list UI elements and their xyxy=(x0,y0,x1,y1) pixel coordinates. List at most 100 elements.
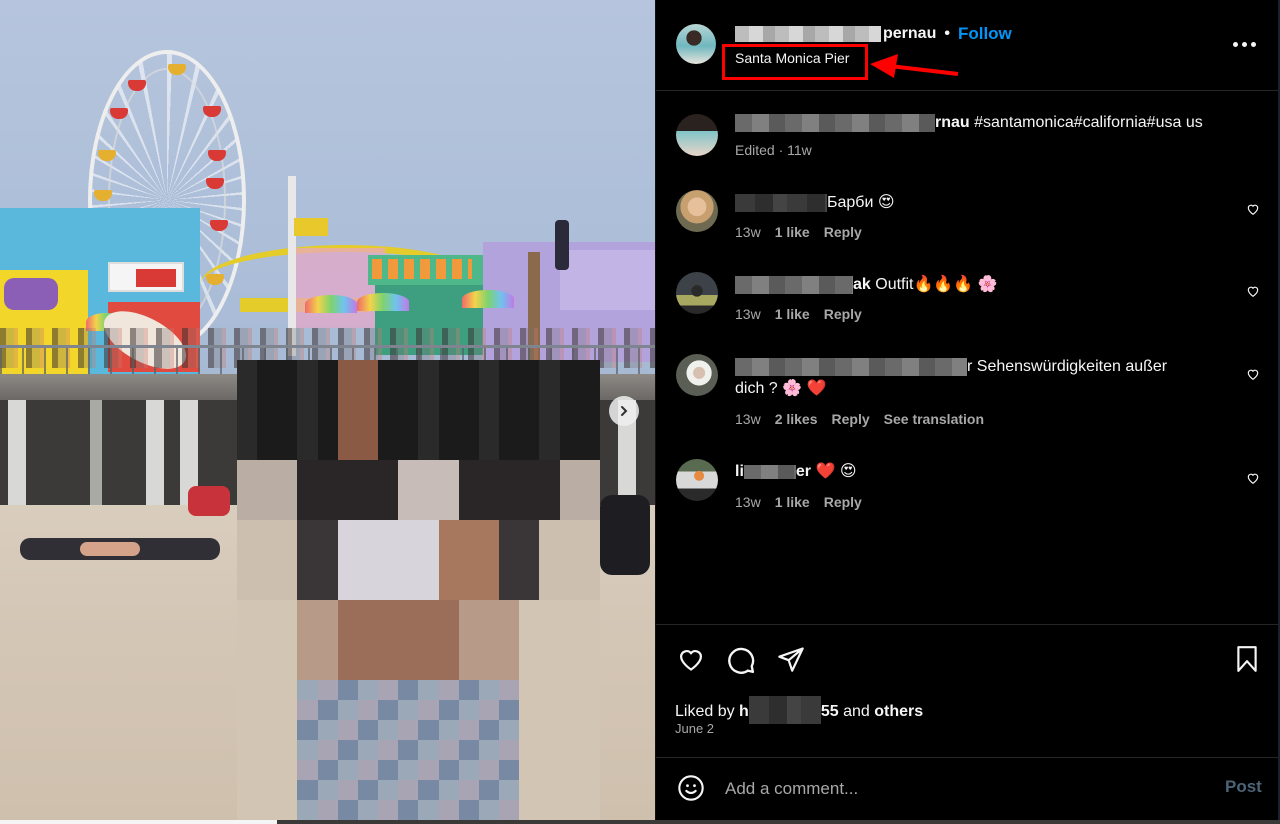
umbrella xyxy=(357,293,409,311)
commenter-username[interactable]: li er xyxy=(735,463,811,480)
caption-username[interactable]: rnau xyxy=(735,113,970,132)
mosaic-tile xyxy=(317,420,338,440)
mosaic-tile xyxy=(458,480,479,500)
mosaic-tile xyxy=(257,660,278,680)
umbrella xyxy=(462,290,514,308)
commenter-username[interactable]: ak xyxy=(735,275,871,294)
mosaic-tile xyxy=(398,680,419,700)
mosaic-tile xyxy=(478,360,500,380)
mosaic-tile xyxy=(478,780,500,800)
comment-icon[interactable] xyxy=(726,645,756,675)
mosaic-tile xyxy=(438,740,459,760)
post-date[interactable]: June 2 xyxy=(675,721,714,736)
mosaic-tile xyxy=(257,520,278,540)
owner-avatar[interactable] xyxy=(676,24,716,64)
emoji-smile-icon[interactable] xyxy=(677,774,705,802)
mosaic-tile xyxy=(519,700,540,720)
mosaic-tile xyxy=(499,420,520,440)
mosaic-tile xyxy=(257,540,278,560)
comment-text: Барби 😍 xyxy=(827,194,895,211)
mosaic-tile xyxy=(559,780,580,800)
mosaic-tile xyxy=(337,740,358,760)
mosaic-tile xyxy=(499,800,520,820)
mosaic-tile xyxy=(237,800,258,820)
mosaic-tile xyxy=(378,380,399,400)
reply-button[interactable]: Reply xyxy=(824,224,862,240)
mosaic-tile xyxy=(579,740,600,760)
mosaic-tile xyxy=(438,600,459,620)
comment-like-heart-icon[interactable] xyxy=(1246,367,1260,381)
mosaic-tile xyxy=(499,540,520,560)
more-options-button[interactable] xyxy=(1233,36,1257,52)
more-horizontal-icon xyxy=(1233,41,1238,47)
comment-likes[interactable]: 1 like xyxy=(775,306,810,322)
mosaic-tile xyxy=(277,800,298,820)
mosaic-tile xyxy=(539,660,560,680)
comment-likes[interactable]: 2 likes xyxy=(775,411,818,427)
mosaic-tile xyxy=(378,780,399,800)
commenter-avatar[interactable] xyxy=(676,272,718,314)
post-comment-button[interactable]: Post xyxy=(1225,777,1262,797)
commenter-username[interactable] xyxy=(735,193,827,212)
owner-username[interactable]: pernau • Follow xyxy=(735,24,1012,44)
comment-like-heart-icon[interactable] xyxy=(1246,471,1260,485)
mosaic-tile xyxy=(418,580,439,600)
follow-button[interactable]: Follow xyxy=(958,24,1012,44)
mosaic-tile xyxy=(337,480,358,500)
mosaic-tile xyxy=(539,540,560,560)
mosaic-tile xyxy=(438,440,459,460)
location-link[interactable]: Santa Monica Pier xyxy=(735,50,849,66)
mosaic-tile xyxy=(559,380,580,400)
reply-button[interactable]: Reply xyxy=(824,494,862,510)
mosaic-tile xyxy=(378,540,399,560)
comment-input[interactable] xyxy=(725,776,1195,802)
mosaic-tile xyxy=(398,640,419,660)
mosaic-tile xyxy=(317,500,338,520)
mosaic-tile xyxy=(438,800,459,820)
mosaic-tile xyxy=(357,620,379,640)
mosaic-tile xyxy=(237,560,258,580)
mosaic-tile xyxy=(499,720,520,740)
mosaic-tile xyxy=(418,460,439,480)
mosaic-tile xyxy=(398,420,419,440)
commenter-username[interactable] xyxy=(735,357,967,376)
comment-likes[interactable]: 1 like xyxy=(775,224,810,240)
mosaic-tile xyxy=(337,660,358,680)
mosaic-tile xyxy=(357,400,379,420)
comment-like-heart-icon[interactable] xyxy=(1246,202,1260,216)
mosaic-tile xyxy=(418,620,439,640)
mosaic-tile xyxy=(438,580,459,600)
mosaic-tile xyxy=(458,700,479,720)
reply-button[interactable]: Reply xyxy=(824,306,862,322)
commenter-avatar[interactable] xyxy=(676,190,718,232)
liked-by-user[interactable]: h 55 xyxy=(739,696,839,724)
mosaic-tile xyxy=(398,800,419,820)
mosaic-tile xyxy=(317,600,338,620)
comment-time: 13w xyxy=(735,411,761,427)
mosaic-tile xyxy=(378,640,399,660)
commenter-avatar[interactable] xyxy=(676,459,718,501)
next-image-button[interactable] xyxy=(609,396,639,426)
mosaic-tile xyxy=(237,540,258,560)
commenter-avatar[interactable] xyxy=(676,354,718,396)
mosaic-tile xyxy=(317,700,338,720)
mosaic-tile xyxy=(357,520,379,540)
mosaic-tile xyxy=(519,620,540,640)
reply-button[interactable]: Reply xyxy=(832,411,870,427)
comment-likes[interactable]: 1 like xyxy=(775,494,810,510)
mosaic-tile xyxy=(539,640,560,660)
owner-avatar-small[interactable] xyxy=(676,114,718,156)
comment-like-heart-icon[interactable] xyxy=(1246,284,1260,298)
comment-time: 13w xyxy=(735,494,761,510)
see-translation-button[interactable]: See translation xyxy=(884,411,984,427)
send-icon[interactable] xyxy=(776,645,806,673)
mosaic-tile xyxy=(257,800,278,820)
heart-icon[interactable] xyxy=(676,645,706,673)
bookmark-icon[interactable] xyxy=(1234,645,1260,673)
mosaic-tile xyxy=(277,760,298,780)
mosaic-tile xyxy=(297,740,318,760)
mosaic-tile xyxy=(438,680,459,700)
mosaic-tile xyxy=(337,560,358,580)
mosaic-tile xyxy=(539,720,560,740)
liked-by-others-link[interactable]: others xyxy=(874,703,923,720)
